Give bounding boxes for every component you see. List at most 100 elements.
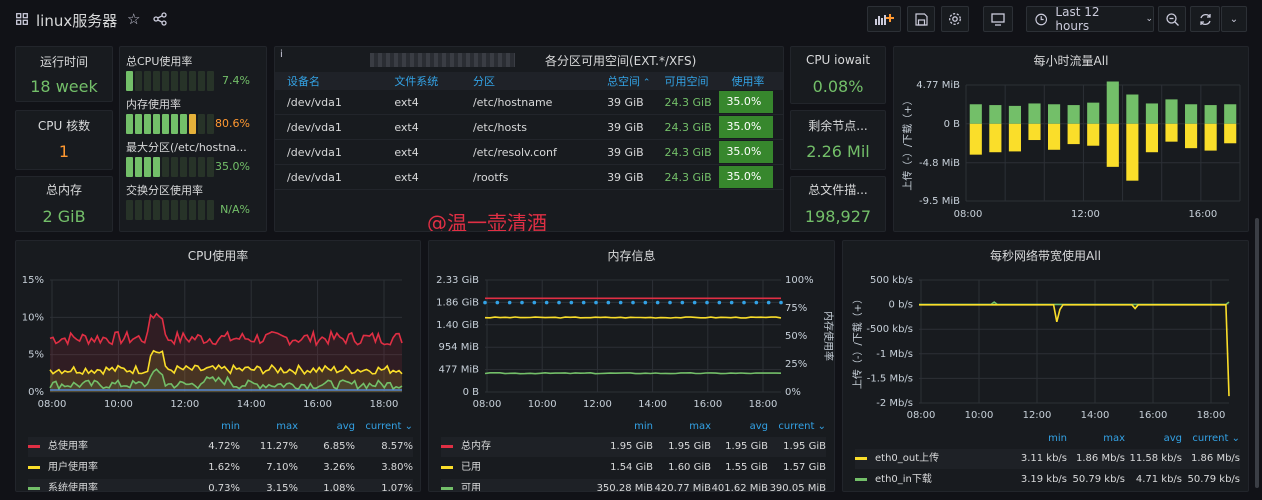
y2-tick-label: 25%	[785, 359, 807, 370]
legend-column-header[interactable]: current ⌄	[1192, 429, 1240, 449]
legend-column-header[interactable]: current ⌄	[365, 417, 413, 437]
legend-value-min: 1.54 GiB	[610, 462, 653, 473]
table-cell: 39 GiB	[595, 164, 653, 190]
legend-row[interactable]: 系统使用率 0.73% 3.15% 1.08% 1.07%	[28, 479, 413, 492]
legend-column-header[interactable]: min	[221, 417, 240, 437]
gauge-cell	[198, 157, 205, 177]
gauge-cell	[135, 200, 142, 220]
usage-badge: 35.0%	[719, 166, 774, 188]
usage-point	[520, 300, 524, 305]
table-cell: 24.3 GiB	[652, 90, 720, 115]
gauge-cell	[162, 114, 169, 134]
page-scrollbar[interactable]	[1255, 218, 1259, 488]
legend-series-name: eth0_in下载	[875, 474, 932, 485]
legend-column-header[interactable]: avg	[337, 417, 355, 437]
y-tick-label: 0 B	[944, 119, 961, 130]
table-cell: ext4	[382, 114, 461, 140]
legend-row[interactable]: 总使用率 4.72% 11.27% 6.85% 8.57%	[28, 437, 413, 457]
column-header[interactable]: 使用率	[719, 72, 783, 90]
share-icon[interactable]	[153, 12, 167, 29]
legend-column-header[interactable]: current ⌄	[778, 417, 826, 437]
series-line	[484, 316, 782, 319]
panel-title: 总文件描...	[808, 183, 868, 197]
stat-panel-iowait[interactable]: CPU iowait 0.08%	[790, 46, 886, 104]
dashboard-title[interactable]: linux服务器	[36, 10, 117, 31]
memory-info-panel[interactable]: 内存信息 2.33 GiB 1.86 GiB 1.40 GiB 954 MiB 477 …	[428, 240, 835, 492]
gauge-bar	[126, 157, 214, 177]
legend-row[interactable]: 总内存 1.95 GiB 1.95 GiB 1.95 GiB 1.95 GiB	[441, 437, 826, 457]
x-tick-label: 14:00	[1081, 410, 1110, 421]
bar	[1185, 104, 1198, 124]
usage-point	[692, 300, 697, 305]
legend-value-min: 0.73%	[208, 483, 240, 492]
legend-column-header[interactable]: avg	[1164, 429, 1182, 449]
table-cell: /etc/hosts	[460, 114, 596, 140]
stat-panel-total-memory[interactable]: 总内存 2 GiB	[15, 176, 113, 232]
partition-table-panel[interactable]: i 各分区可用空间(EXT.*/XFS) 设备名 文件系统 分区 总空间 ⌃ 可用空间使…	[274, 46, 784, 232]
y-tick-label: 1.86 GiB	[436, 297, 479, 308]
legend-row[interactable]: eth0_in下载 3.19 kb/s 50.79 kb/s 4.71 kb/s 50.…	[855, 470, 1240, 490]
tv-mode-button[interactable]	[983, 6, 1013, 32]
legend-value-avg: 4.71 kb/s	[1135, 474, 1182, 485]
legend-value-avg: 6.85%	[323, 441, 355, 452]
y-tick-label: 2.33 GiB	[436, 275, 479, 286]
table-cell: 24.3 GiB	[652, 164, 720, 190]
time-range-picker[interactable]: Last 12 hours ⌄	[1026, 5, 1154, 33]
legend-swatch	[855, 456, 867, 460]
star-icon[interactable]: ☆	[127, 10, 140, 28]
y-tick-label: 5%	[28, 350, 44, 361]
gauge-bar	[126, 200, 214, 220]
stat-panel-cpu-cores[interactable]: CPU 核数 1	[15, 110, 113, 170]
usage-point	[631, 300, 635, 305]
settings-button[interactable]	[941, 6, 969, 32]
stat-value: 0.08%	[812, 77, 864, 96]
zoom-out-button[interactable]	[1158, 6, 1186, 32]
usage-point	[766, 300, 771, 305]
stat-panel-free-inodes[interactable]: 剩余节点... 2.26 Mil	[790, 110, 886, 170]
legend-series-name: 总使用率	[48, 441, 88, 452]
save-dashboard-button[interactable]	[907, 6, 935, 32]
table-cell: /dev/vda1	[275, 139, 383, 165]
legend-column-header[interactable]: avg	[750, 417, 768, 437]
column-header[interactable]: 分区	[460, 72, 596, 90]
refresh-interval-dropdown[interactable]: ⌄	[1221, 6, 1247, 32]
legend-row[interactable]: 用户使用率 1.62% 7.10% 3.26% 3.80%	[28, 458, 413, 478]
legend-row[interactable]: 可用 350.28 MiB 420.77 MiB 401.62 MiB 390.05 M…	[441, 479, 826, 491]
legend-column-header[interactable]: max	[689, 417, 711, 437]
x-tick-label: 08:00	[954, 209, 983, 220]
gauge-cell	[135, 157, 142, 177]
y-axis-label: 上传（-）/下载（+）	[902, 95, 914, 190]
bar	[1126, 94, 1139, 124]
legend-value-min: 3.11 kb/s	[1020, 453, 1067, 464]
legend-row[interactable]: eth0_out上传 3.11 kb/s 1.86 Mb/s 11.58 kb/s 1.…	[855, 449, 1240, 469]
legend-row[interactable]: 已用 1.54 GiB 1.60 GiB 1.55 GiB 1.57 GiB	[441, 458, 826, 478]
legend-swatch	[28, 444, 40, 448]
refresh-button[interactable]	[1190, 6, 1220, 32]
time-range-label: Last 12 hours	[1055, 5, 1100, 33]
column-header[interactable]: 文件系统	[382, 72, 461, 90]
bar-gauge-panel[interactable]: 总CPU使用率 7.4% 内存使用率 80.6% 最大分区(/etc/hostna...…	[119, 46, 267, 232]
legend-column-header[interactable]: min	[634, 417, 653, 437]
legend-column-header[interactable]: min	[1048, 429, 1067, 449]
bar	[1067, 105, 1080, 124]
info-icon[interactable]: i	[280, 49, 283, 60]
column-header[interactable]: 设备名	[275, 72, 383, 90]
cpu-usage-panel[interactable]: CPU使用率 15% 10% 5% 0% 08:00 10:00 12:00 14:00 16:…	[15, 240, 421, 492]
legend-series-name: 总内存	[461, 441, 491, 452]
network-bandwidth-panel[interactable]: 每秒网络带宽使用All 500 kb/s 0 b/s -500 kb/s -1 Mb/…	[842, 240, 1249, 492]
legend-value-max: 3.15%	[266, 483, 298, 492]
legend-column-header[interactable]: max	[1103, 429, 1125, 449]
hourly-traffic-panel[interactable]: 每小时流量All 4.77 MiB 0 B -4.8 MiB -9.5 MiB 08:0…	[893, 46, 1249, 232]
column-header[interactable]: 总空间 ⌃	[595, 72, 653, 90]
legend-column-header[interactable]: max	[276, 417, 298, 437]
gauge-cell	[180, 200, 187, 220]
table-cell: 35.0%	[719, 114, 783, 140]
column-header[interactable]: 可用空间	[652, 72, 720, 90]
legend-value-min: 1.62%	[208, 462, 240, 473]
add-panel-button[interactable]	[867, 6, 901, 32]
stat-panel-uptime[interactable]: 运行时间 18 week	[15, 46, 113, 102]
legend-value-current: 1.57 GiB	[783, 462, 826, 473]
x-tick-label: 18:00	[749, 399, 778, 410]
usage-badge: 35.0%	[719, 91, 774, 113]
stat-panel-total-fd[interactable]: 总文件描... 198,927	[790, 176, 886, 232]
